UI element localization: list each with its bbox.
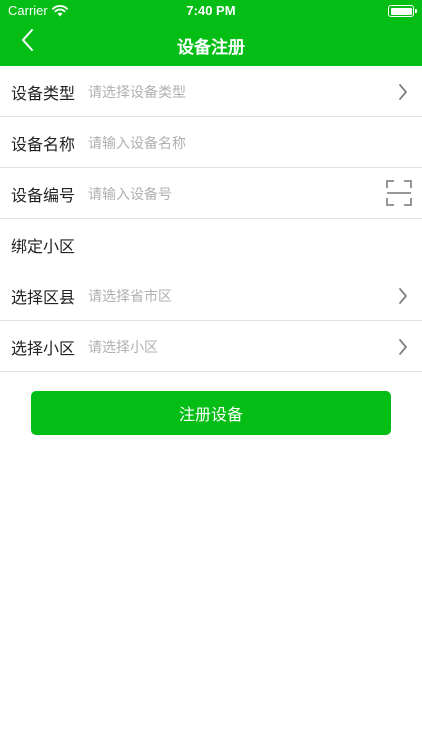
select-district-placeholder: 请选择省市区 — [88, 289, 172, 305]
select-community-placeholder: 请选择小区 — [88, 340, 158, 356]
device-form: 设备类型 请选择设备类型 设备名称 请输入设备名称 设备编号 请输入设备号 绑定… — [0, 66, 422, 372]
device-name-label: 设备名称 — [11, 135, 76, 154]
status-bar: Carrier 7:40 PM — [0, 0, 422, 22]
bind-community-section: 绑定小区 — [0, 219, 422, 270]
register-device-button[interactable]: 注册设备 — [31, 391, 391, 435]
battery-icon — [388, 5, 417, 17]
device-number-input[interactable]: 请输入设备号 — [88, 184, 172, 204]
chevron-right-icon — [399, 339, 407, 355]
device-number-label: 设备编号 — [11, 186, 76, 205]
device-name-input[interactable]: 请输入设备名称 — [88, 133, 186, 153]
chevron-right-icon — [399, 84, 407, 100]
chevron-right-icon — [399, 288, 407, 304]
device-name-row[interactable]: 设备名称 请输入设备名称 — [0, 117, 422, 168]
bind-community-label: 绑定小区 — [11, 237, 76, 256]
header: Carrier 7:40 PM 设备注册 — [0, 0, 422, 66]
page-title: 设备注册 — [177, 38, 245, 58]
select-community-label: 选择小区 — [11, 339, 76, 358]
device-type-placeholder: 请选择设备类型 — [88, 85, 186, 101]
select-district-label: 选择区县 — [11, 288, 76, 307]
select-district-row[interactable]: 选择区县 请选择省市区 — [0, 270, 422, 321]
device-number-row[interactable]: 设备编号 请输入设备号 — [0, 168, 422, 219]
clock: 7:40 PM — [186, 3, 236, 18]
select-community-row[interactable]: 选择小区 请选择小区 — [0, 321, 422, 372]
device-type-row[interactable]: 设备类型 请选择设备类型 — [0, 66, 422, 117]
device-type-label: 设备类型 — [11, 84, 76, 103]
scan-icon[interactable] — [386, 180, 412, 206]
